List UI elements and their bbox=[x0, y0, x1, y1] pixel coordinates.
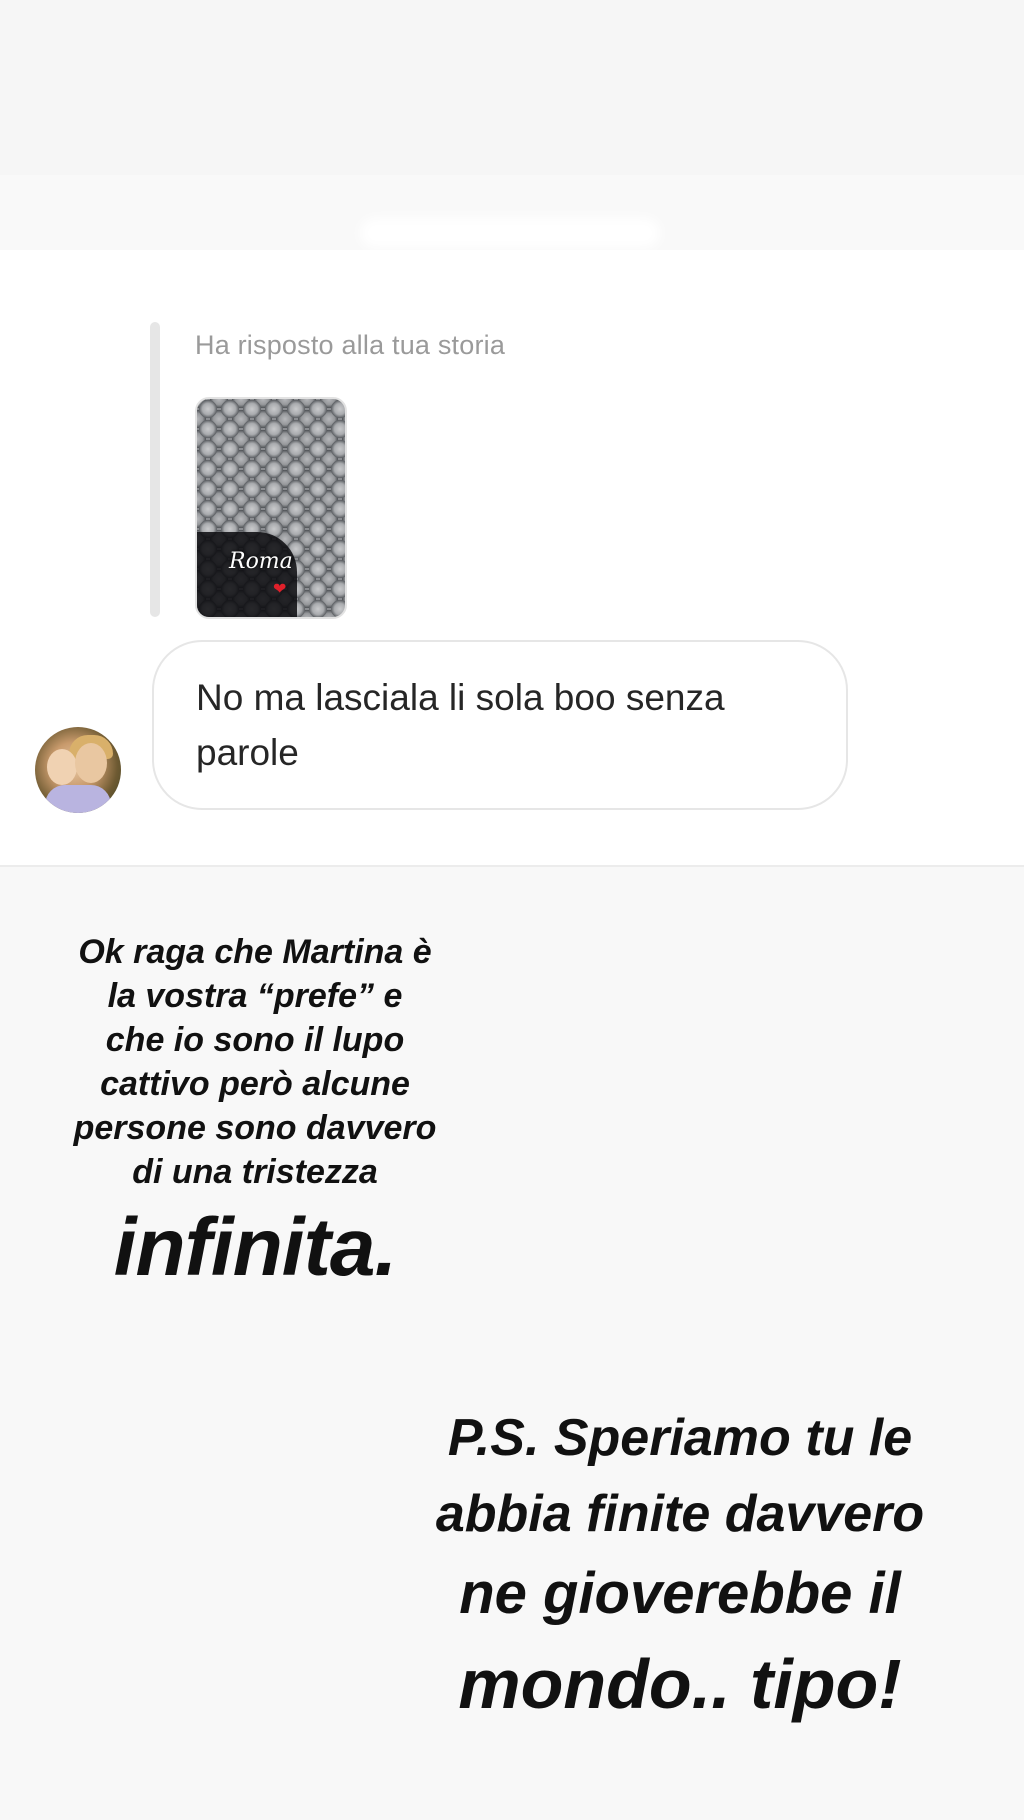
caption-line: mondo.. tipo! bbox=[458, 1645, 902, 1723]
avatar-face bbox=[75, 743, 107, 783]
story-caption-right: P.S. Speriamo tu le abbia finite davvero… bbox=[380, 1400, 980, 1732]
reply-quote-bar bbox=[150, 322, 160, 617]
caption-line: che io sono il lupo bbox=[105, 1021, 405, 1059]
avatar-face bbox=[47, 749, 77, 785]
heart-icon: ❤ bbox=[273, 581, 287, 598]
header-highlight bbox=[360, 218, 660, 248]
caption-line: cattivo però alcune bbox=[100, 1065, 410, 1103]
story-caption-left: Ok raga che Martina è la vostra “prefe” … bbox=[50, 930, 460, 1296]
caption-line: ne gioverebbe il bbox=[459, 1561, 901, 1626]
caption-line: P.S. Speriamo tu le bbox=[447, 1409, 913, 1467]
thumbnail-shadow bbox=[197, 532, 297, 617]
story-thumbnail[interactable]: Roma ❤ bbox=[195, 397, 347, 619]
caption-line: la vostra “prefe” e bbox=[107, 977, 403, 1015]
reply-context-label: Ha risposto alla tua storia bbox=[195, 330, 506, 360]
caption-line: abbia finite davvero bbox=[435, 1485, 925, 1543]
avatar-shirt bbox=[45, 785, 111, 813]
caption-line: persone sono davvero bbox=[73, 1109, 437, 1147]
divider bbox=[0, 865, 1024, 867]
caption-line: Ok raga che Martina è bbox=[78, 933, 432, 971]
message-bubble[interactable]: No ma lasciala li sola boo senza parole bbox=[152, 640, 848, 810]
status-bar-area bbox=[0, 0, 1024, 175]
caption-line: di una tristezza bbox=[132, 1153, 378, 1191]
message-text: No ma lasciala li sola boo senza parole bbox=[196, 677, 725, 773]
thumbnail-overlay-text: Roma bbox=[229, 549, 293, 574]
caption-emphasis: infinita. bbox=[113, 1202, 398, 1293]
avatar[interactable] bbox=[35, 727, 121, 813]
